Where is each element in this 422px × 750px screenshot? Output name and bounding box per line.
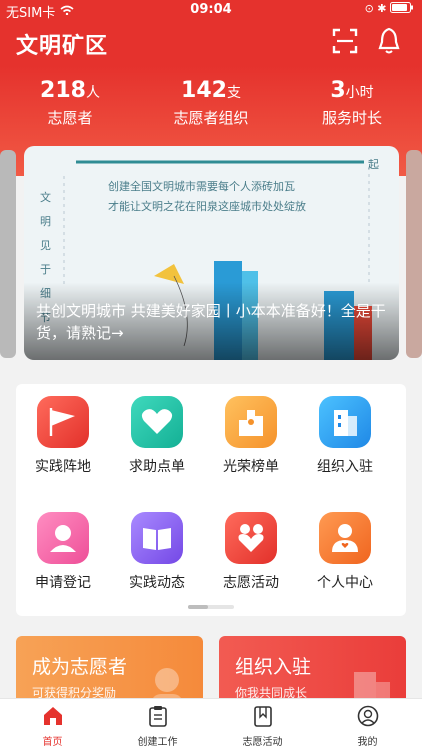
bluetooth-icon: ✱ xyxy=(377,2,387,15)
promo-title: 成为志愿者 xyxy=(32,656,128,678)
person-register-icon xyxy=(37,512,89,564)
home-icon xyxy=(43,707,62,725)
stat-number: 3 xyxy=(330,78,346,103)
grid-item-label: 组织入驻 xyxy=(317,459,373,475)
grid-item-org-join[interactable]: 组织入驻 xyxy=(300,386,390,486)
stat-label: 志愿者 xyxy=(47,109,93,127)
promo-org-join[interactable]: 组织入驻 你我共同成长 xyxy=(219,636,406,706)
promo-become-volunteer[interactable]: 成为志愿者 可获得积分奖励 xyxy=(16,636,203,706)
grid-item-label: 求助点单 xyxy=(129,459,185,475)
notification-button[interactable] xyxy=(374,26,406,58)
stat-unit: 支 xyxy=(226,85,241,101)
stat-unit: 人 xyxy=(85,85,100,101)
status-bar: 无SIM卡 09:04 ⊙ ✱ xyxy=(0,0,422,21)
stat-unit: 小时 xyxy=(345,85,374,101)
grid-item-help-order[interactable]: 求助点单 xyxy=(112,386,202,486)
app-header: 文明矿区 xyxy=(0,20,422,66)
heart-icon xyxy=(131,396,183,448)
grid-item-practice-base[interactable]: 实践阵地 xyxy=(18,386,108,486)
grid-item-label: 实践动态 xyxy=(129,575,185,591)
book-icon xyxy=(131,512,183,564)
carousel-banner[interactable]: 创建全国文明城市需要每个人添砖加瓦 才能让文明之花在阳泉这座城市处处绽放 文明见… xyxy=(24,146,399,360)
scan-icon xyxy=(332,28,358,54)
battery-icon xyxy=(390,2,413,13)
tab-home[interactable]: 首页 xyxy=(0,703,105,748)
stat-service-hours[interactable]: 3小时 服务时长 xyxy=(282,78,422,128)
grid-scroll-indicator xyxy=(188,605,234,609)
grid-item-volunteer-activity[interactable]: 志愿活动 xyxy=(206,502,296,602)
profile-icon xyxy=(357,705,378,727)
tab-label: 志愿活动 xyxy=(242,737,283,748)
grid-item-label: 个人中心 xyxy=(317,575,373,591)
status-time: 09:04 xyxy=(190,2,232,17)
banner-line-2: 才能让文明之花在阳泉这座城市处处绽放 xyxy=(108,200,306,213)
stat-number: 142 xyxy=(181,78,227,103)
stat-label: 志愿者组织 xyxy=(173,109,249,127)
banner-corner-text: 起 xyxy=(368,158,379,171)
stat-volunteers[interactable]: 218人 志愿者 xyxy=(0,78,140,128)
page-title: 文明矿区 xyxy=(16,34,109,59)
stat-label: 服务时长 xyxy=(321,109,382,127)
grid-item-label: 志愿活动 xyxy=(223,575,279,591)
stat-organizations[interactable]: 142支 志愿者组织 xyxy=(141,78,281,128)
feature-grid: 实践阵地 求助点单 光荣榜单 组织入驻 申请登记 实践动态 志愿活动 个人中心 xyxy=(16,384,406,616)
tab-label: 我的 xyxy=(357,737,378,748)
grid-item-honor-list[interactable]: 光荣榜单 xyxy=(206,386,296,486)
carousel-next-card[interactable] xyxy=(406,150,422,358)
grid-item-label: 光荣榜单 xyxy=(223,459,279,475)
carousel-prev-card[interactable] xyxy=(0,150,16,358)
grid-item-practice-news[interactable]: 实践动态 xyxy=(112,502,202,602)
grid-item-label: 申请登记 xyxy=(35,575,91,591)
honor-board-icon xyxy=(225,396,277,448)
grid-item-personal-center[interactable]: 个人中心 xyxy=(300,502,390,602)
bottom-tab-bar: 首页 创建工作 志愿活动 我的 xyxy=(0,698,422,750)
clipboard-icon xyxy=(148,706,167,727)
tab-label: 创建工作 xyxy=(137,737,178,748)
volunteer-icon xyxy=(225,512,277,564)
grid-item-apply-register[interactable]: 申请登记 xyxy=(18,502,108,602)
promo-title: 组织入驻 xyxy=(235,656,312,678)
stat-number: 218 xyxy=(40,78,86,103)
status-right-icons: ⊙ ✱ xyxy=(365,2,414,15)
bookmark-icon xyxy=(253,706,272,727)
grid-item-label: 实践阵地 xyxy=(35,459,91,475)
flag-icon xyxy=(37,396,89,448)
bell-icon xyxy=(378,27,400,54)
user-icon xyxy=(319,512,371,564)
banner-line-1: 创建全国文明城市需要每个人添砖加瓦 xyxy=(108,180,295,193)
tab-volunteer-activity[interactable]: 志愿活动 xyxy=(210,703,315,748)
building-icon xyxy=(319,396,371,448)
tab-mine[interactable]: 我的 xyxy=(315,703,420,748)
banner-caption: 共创文明城市 共建美好家园丨小本本准备好！全是干货，请熟记→ xyxy=(24,282,399,360)
tab-create-work[interactable]: 创建工作 xyxy=(105,703,210,748)
lock-rotation-icon: ⊙ xyxy=(364,2,374,15)
scan-button[interactable] xyxy=(330,26,362,58)
tab-label: 首页 xyxy=(42,737,63,748)
